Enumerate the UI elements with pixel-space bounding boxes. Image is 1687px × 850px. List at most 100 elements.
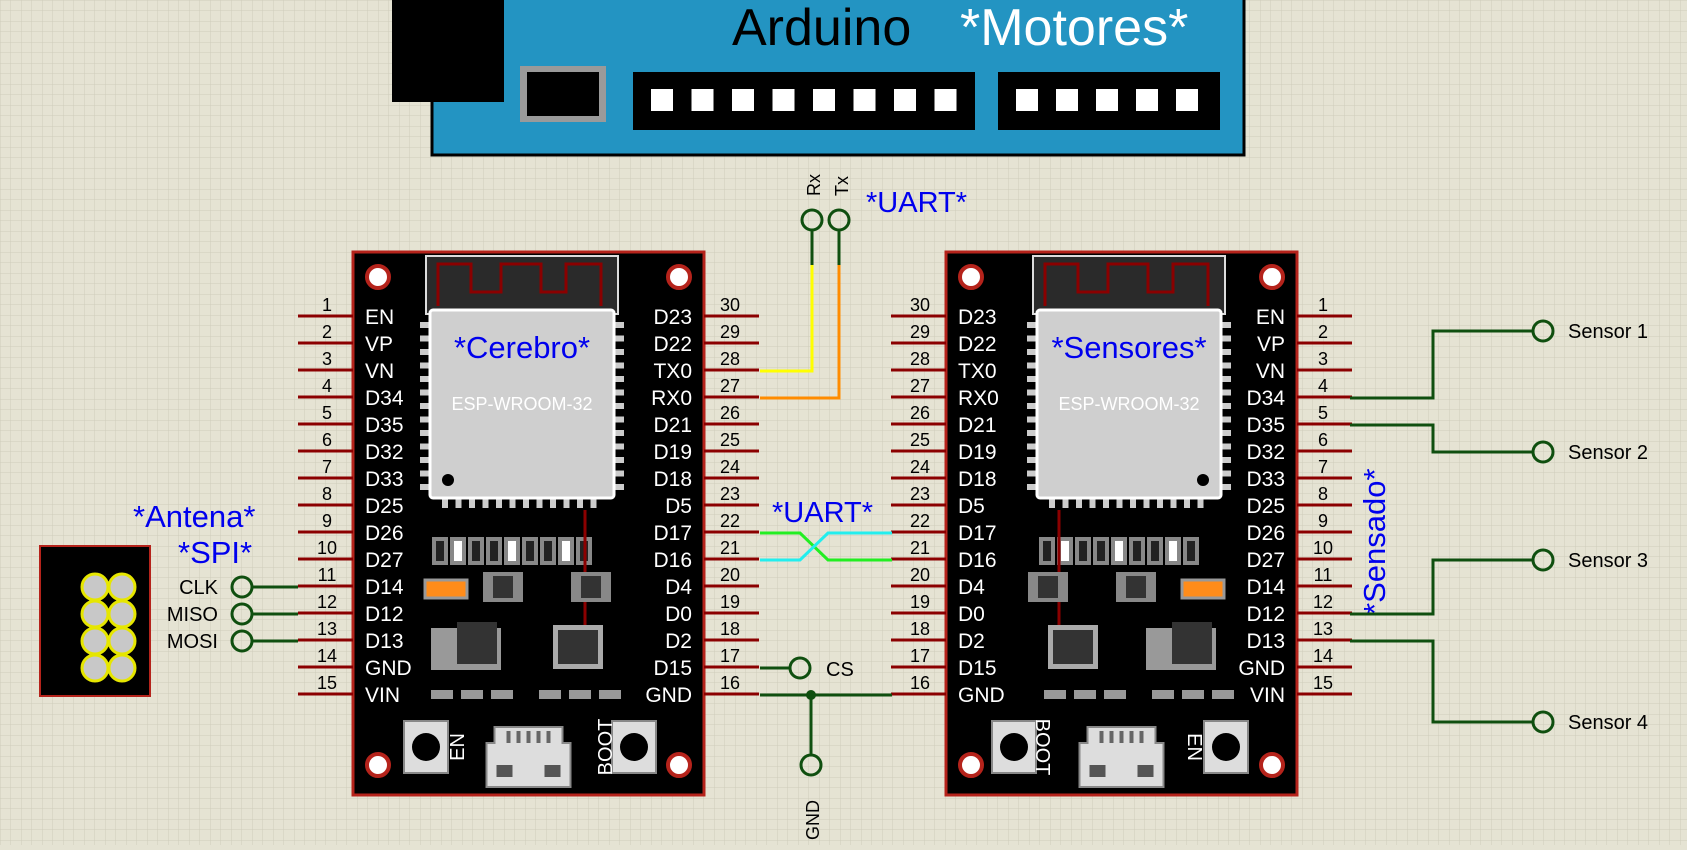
arduino-header-slot: [691, 89, 714, 111]
pin-number: 17: [720, 646, 740, 666]
pin-name: D4: [665, 576, 692, 599]
arduino-header-slot: [1136, 89, 1158, 111]
pin-name: D21: [958, 414, 997, 437]
esp32-sensores: *Sensores*ESP-WROOM-32BOOT EN30D2329D2228…: [891, 250, 1352, 797]
orange-capacitor: [1180, 578, 1226, 600]
pin-number: 24: [910, 457, 930, 477]
mounting-hole: [666, 752, 692, 778]
arduino-header-slot: [732, 89, 754, 111]
pin-number: 15: [1313, 673, 1333, 693]
pin-number: 18: [720, 619, 740, 639]
spi-label: *SPI*: [178, 535, 252, 570]
pin-number: 16: [720, 673, 740, 693]
pin-name: VP: [1257, 333, 1285, 356]
pin-name: D22: [958, 333, 997, 356]
pin-name: D17: [958, 522, 997, 545]
pin-name: RX0: [958, 387, 999, 410]
pin-number: 11: [1314, 565, 1333, 585]
pin-number: 18: [910, 619, 930, 639]
esp32-cerebro: *Cerebro* ESP-WROOM-32 EN BOOT 1 EN 2 VP 3 VN 4 D34…: [298, 250, 759, 797]
pin-name: TX0: [653, 360, 692, 383]
pin-name: D16: [958, 549, 997, 572]
arduino-header-slot: [1096, 89, 1118, 111]
pin-number: 27: [720, 376, 740, 396]
pin-name: D26: [365, 522, 404, 545]
pin-number: 3: [322, 349, 332, 369]
antenna-pin: [80, 572, 110, 602]
pin-number: 1: [1318, 295, 1328, 315]
arduino-label: *Motores*: [960, 0, 1188, 57]
pin-name: D32: [1246, 441, 1285, 464]
pin-number: 26: [910, 403, 930, 423]
module-name: ESP-WROOM-32: [451, 394, 592, 414]
pin-name: D26: [1246, 522, 1285, 545]
arduino-header-slot: [1176, 89, 1198, 111]
pin-number: 20: [910, 565, 930, 585]
spi-signal-label: MISO: [167, 604, 218, 626]
pin-number: 17: [910, 646, 930, 666]
pin-number: 30: [720, 295, 740, 315]
gnd-label: GND: [803, 800, 823, 840]
pin-number: 9: [322, 511, 332, 531]
pin-name: D23: [958, 306, 997, 329]
pin-name: D4: [958, 576, 985, 599]
arduino-power-jack: [392, 0, 504, 102]
arduino-header-slot: [1056, 89, 1078, 111]
antenna-pin: [107, 572, 137, 602]
pin-number: 3: [1318, 349, 1328, 369]
pin-name: D27: [365, 549, 404, 572]
pin-number: 7: [1318, 457, 1328, 477]
pin-name: D27: [1246, 549, 1285, 572]
pin-name: D34: [365, 387, 404, 410]
pin-number: 15: [317, 673, 337, 693]
pin-number: 4: [322, 376, 332, 396]
pin-number: 1: [322, 295, 332, 315]
sensado-label: *Sensado*: [1357, 468, 1392, 615]
pin-number: 23: [910, 484, 930, 504]
pin-number: 5: [1318, 403, 1328, 423]
pin-number: 8: [322, 484, 332, 504]
pin-number: 22: [910, 511, 930, 531]
pin-number: 14: [317, 646, 337, 666]
arduino-header-slot: [894, 89, 916, 111]
sensor-label: Sensor 4: [1568, 712, 1648, 734]
pin-name: GND: [958, 684, 1005, 707]
antenna-pin: [80, 653, 110, 683]
pin-number: 2: [322, 322, 332, 342]
pin-number: 25: [720, 430, 740, 450]
pin-name: D14: [1246, 576, 1285, 599]
pin-number: 28: [910, 349, 930, 369]
mounting-hole: [958, 264, 984, 290]
mounting-hole: [1259, 264, 1285, 290]
pin-number: 11: [318, 565, 337, 585]
pin-name: D2: [958, 630, 985, 653]
pin-name: GND: [1238, 657, 1285, 680]
pin-number: 19: [720, 592, 740, 612]
spi-signal-label: MOSI: [167, 631, 218, 653]
pin-number: 24: [720, 457, 740, 477]
antenna-pin: [107, 599, 137, 629]
pin-name: D23: [653, 306, 692, 329]
pin-number: 30: [910, 295, 930, 315]
arduino-header-left: [633, 72, 975, 130]
pin-name: VIN: [365, 684, 400, 707]
pin-name: EN: [1256, 306, 1285, 329]
sensor-label: Sensor 2: [1568, 442, 1648, 464]
pin-name: D0: [958, 603, 985, 626]
pin-number: 19: [910, 592, 930, 612]
pin-name: TX0: [958, 360, 997, 383]
pin-number: 13: [1313, 619, 1333, 639]
cs-label: CS: [826, 659, 854, 681]
pin-name: GND: [645, 684, 692, 707]
pin-name: EN: [365, 306, 394, 329]
pin-name: VN: [1256, 360, 1285, 383]
spi-signal-label: CLK: [179, 577, 219, 599]
pin-number: 26: [720, 403, 740, 423]
button-label: EN: [447, 733, 469, 761]
pin-number: 2: [1318, 322, 1328, 342]
arduino-header-slot: [651, 89, 673, 111]
pin-name: D25: [365, 495, 404, 518]
pin-name: VN: [365, 360, 394, 383]
pin-name: D18: [958, 468, 997, 491]
pin-number: 29: [720, 322, 740, 342]
